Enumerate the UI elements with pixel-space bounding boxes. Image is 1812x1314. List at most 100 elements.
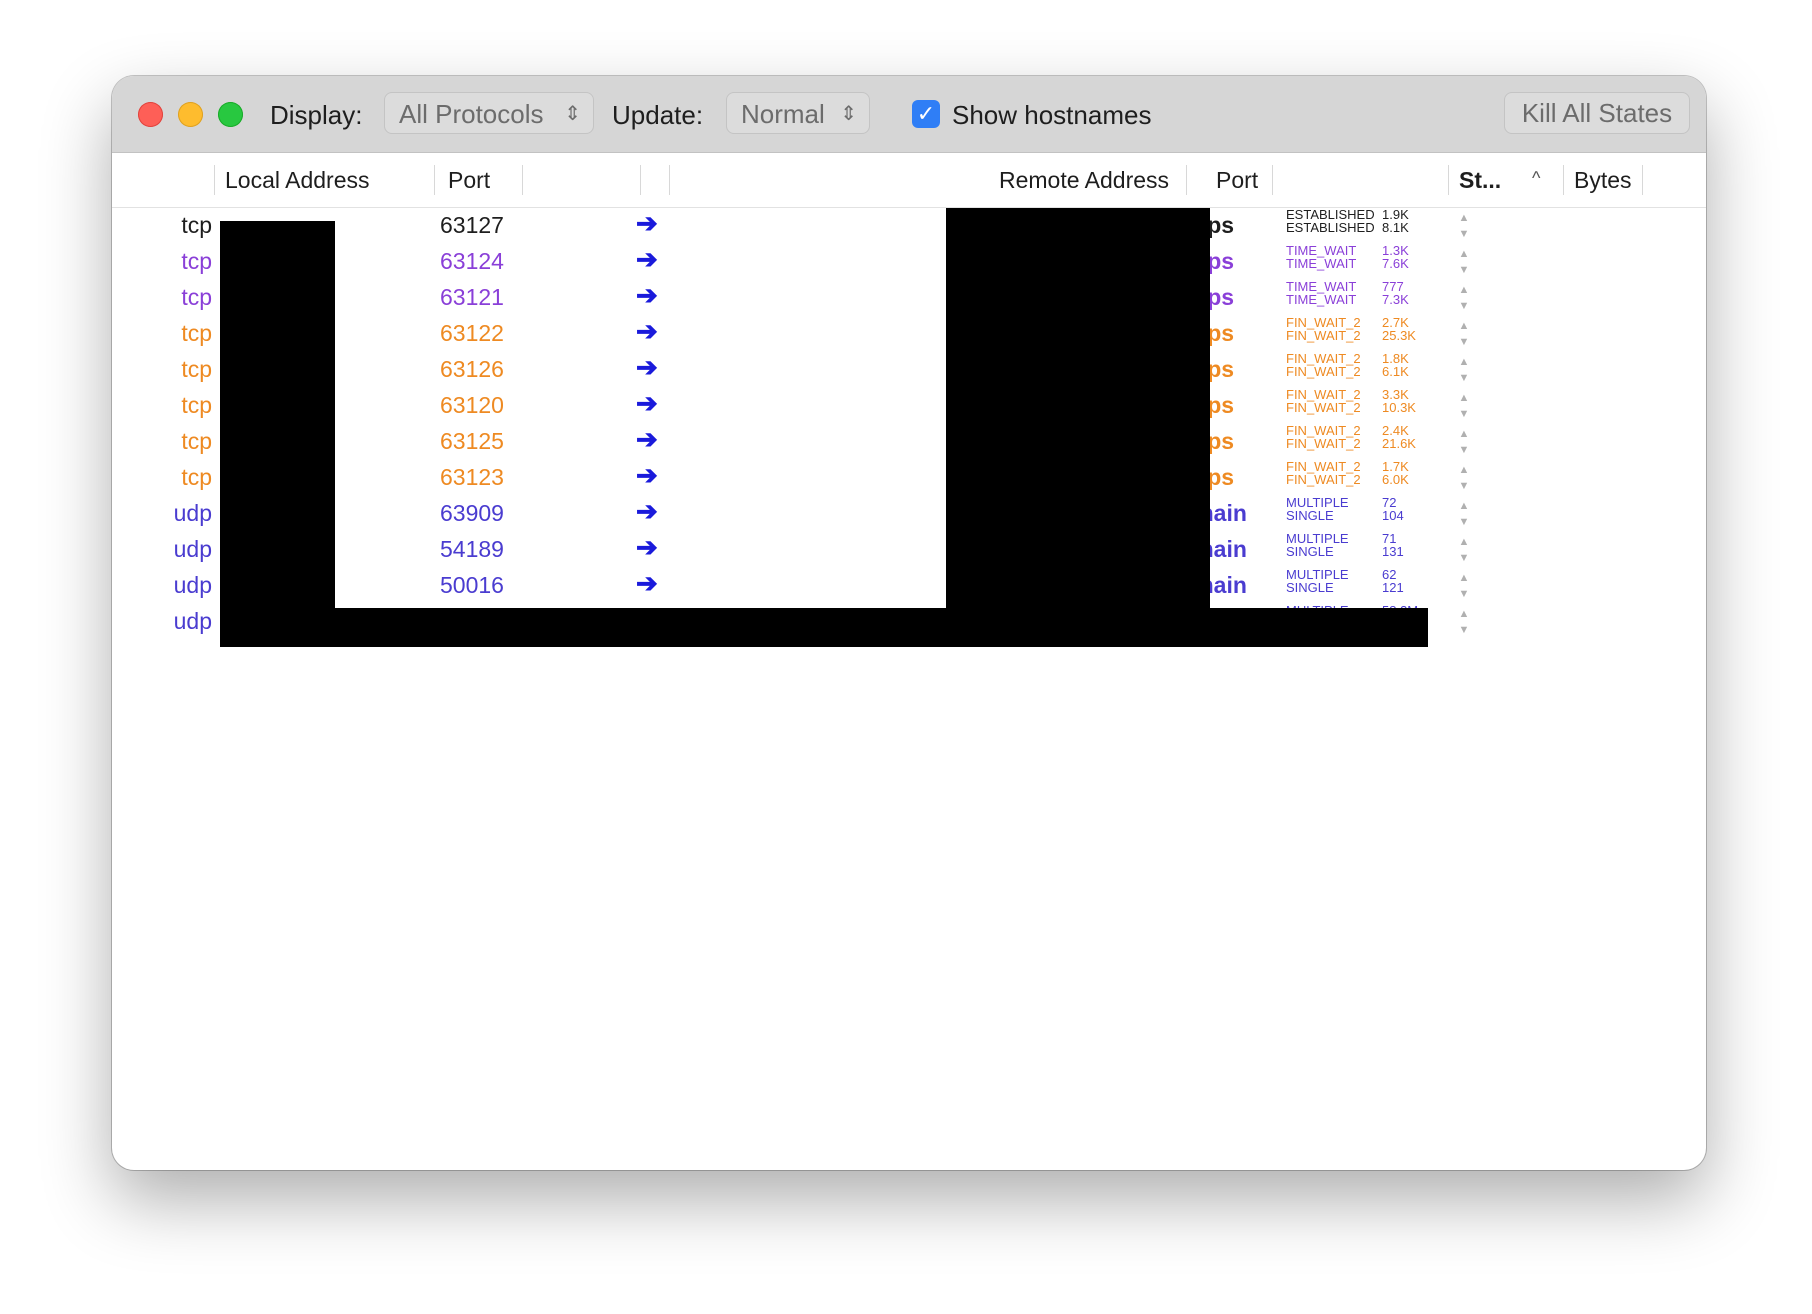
protocol-cell: udp bbox=[173, 536, 212, 562]
col-remote-port[interactable]: Port bbox=[1216, 167, 1258, 194]
triangle-down-icon[interactable]: ▼ bbox=[1456, 442, 1472, 458]
triangle-down-icon[interactable]: ▼ bbox=[1456, 370, 1472, 386]
triangle-up-icon[interactable]: ▲ bbox=[1456, 426, 1472, 442]
triangle-down-icon[interactable]: ▼ bbox=[1456, 226, 1472, 242]
bytes-line: 131 bbox=[1382, 544, 1404, 559]
zoom-window-button[interactable] bbox=[218, 102, 243, 127]
local-port-cell: 63122 bbox=[440, 320, 504, 346]
chevron-updown-icon: ⇕ bbox=[564, 103, 581, 125]
column-separator bbox=[1642, 165, 1643, 195]
triangle-down-icon[interactable]: ▼ bbox=[1456, 334, 1472, 350]
protocol-cell: udp bbox=[173, 608, 212, 634]
triangle-up-icon[interactable]: ▲ bbox=[1456, 354, 1472, 370]
triangle-up-icon[interactable]: ▲ bbox=[1456, 282, 1472, 298]
bytes-line: 104 bbox=[1382, 508, 1404, 523]
state-cell: FIN_WAIT_2 FIN_WAIT_2 bbox=[1286, 316, 1361, 342]
row-stepper[interactable]: ▲ ▼ bbox=[1456, 282, 1472, 314]
triangle-up-icon[interactable]: ▲ bbox=[1456, 318, 1472, 334]
arrow-right-icon: ➔ bbox=[636, 532, 658, 562]
col-bytes[interactable]: Bytes bbox=[1574, 167, 1632, 194]
triangle-up-icon[interactable]: ▲ bbox=[1456, 210, 1472, 226]
triangle-up-icon[interactable]: ▲ bbox=[1456, 534, 1472, 550]
row-stepper[interactable]: ▲ ▼ bbox=[1456, 210, 1472, 242]
triangle-down-icon[interactable]: ▼ bbox=[1456, 514, 1472, 530]
sort-ascending-icon: ^ bbox=[1532, 168, 1541, 188]
col-local-port[interactable]: Port bbox=[448, 167, 490, 194]
update-popup-value: Normal bbox=[741, 99, 825, 129]
triangle-down-icon[interactable]: ▼ bbox=[1456, 406, 1472, 422]
local-port-cell: 63125 bbox=[440, 428, 504, 454]
triangle-up-icon[interactable]: ▲ bbox=[1456, 246, 1472, 262]
row-stepper[interactable]: ▲ ▼ bbox=[1456, 498, 1472, 530]
protocol-cell: udp bbox=[173, 500, 212, 526]
triangle-up-icon[interactable]: ▲ bbox=[1456, 606, 1472, 622]
state-line: ESTABLISHED bbox=[1286, 220, 1375, 235]
triangle-up-icon[interactable]: ▲ bbox=[1456, 570, 1472, 586]
triangle-down-icon[interactable]: ▼ bbox=[1456, 550, 1472, 566]
triangle-down-icon[interactable]: ▼ bbox=[1456, 586, 1472, 602]
col-state[interactable]: St... bbox=[1459, 167, 1501, 194]
column-separator bbox=[1186, 165, 1187, 195]
local-port-cell: 63126 bbox=[440, 356, 504, 382]
table-row[interactable]: udp54189➔53domainMULTIPLESINGLE71131▲▼ bbox=[112, 532, 1706, 568]
triangle-down-icon[interactable]: ▼ bbox=[1456, 478, 1472, 494]
local-port-cell: 63909 bbox=[440, 500, 504, 526]
table-row[interactable]: udp50016➔53domainMULTIPLESINGLE62121▲▼ bbox=[112, 568, 1706, 604]
table-row[interactable]: tcp63124➔443httpsTIME_WAITTIME_WAIT1.3K7… bbox=[112, 244, 1706, 280]
triangle-up-icon[interactable]: ▲ bbox=[1456, 462, 1472, 478]
table-row[interactable]: tcp63123➔443httpsFIN_WAIT_2FIN_WAIT_21.7… bbox=[112, 460, 1706, 496]
state-line: TIME_WAIT bbox=[1286, 292, 1357, 307]
kill-all-states-button[interactable]: Kill All States bbox=[1504, 92, 1690, 134]
table-row[interactable]: tcp63126➔443httpsFIN_WAIT_2FIN_WAIT_21.8… bbox=[112, 352, 1706, 388]
minimize-window-button[interactable] bbox=[178, 102, 203, 127]
triangle-down-icon[interactable]: ▼ bbox=[1456, 262, 1472, 278]
arrow-right-icon: ➔ bbox=[636, 388, 658, 418]
local-port-cell: 50016 bbox=[440, 572, 504, 598]
arrow-right-icon: ➔ bbox=[636, 568, 658, 598]
local-port-cell: 63123 bbox=[440, 464, 504, 490]
local-port-cell: 63127 bbox=[440, 212, 504, 238]
protocol-cell: udp bbox=[173, 572, 212, 598]
display-popup[interactable]: All Protocols ⇕ bbox=[384, 92, 594, 134]
bytes-line: 7.3K bbox=[1382, 292, 1409, 307]
table-row[interactable]: udp63909➔53domainMULTIPLESINGLE72104▲▼ bbox=[112, 496, 1706, 532]
bytes-line: 8.1K bbox=[1382, 220, 1409, 235]
column-separator bbox=[214, 165, 215, 195]
row-stepper[interactable]: ▲ ▼ bbox=[1456, 570, 1472, 602]
triangle-up-icon[interactable]: ▲ bbox=[1456, 390, 1472, 406]
state-cell: FIN_WAIT_2 FIN_WAIT_2 bbox=[1286, 352, 1361, 378]
row-stepper[interactable]: ▲ ▼ bbox=[1456, 318, 1472, 350]
row-stepper[interactable]: ▲ ▼ bbox=[1456, 390, 1472, 422]
state-cell: TIME_WAIT TIME_WAIT bbox=[1286, 280, 1356, 306]
row-stepper[interactable]: ▲ ▼ bbox=[1456, 426, 1472, 458]
show-hostnames-label[interactable]: Show hostnames bbox=[952, 100, 1151, 131]
table-row[interactable]: tcp63125➔443httpsFIN_WAIT_2FIN_WAIT_22.4… bbox=[112, 424, 1706, 460]
state-cell: FIN_WAIT_2 FIN_WAIT_2 bbox=[1286, 388, 1361, 414]
col-local-address[interactable]: Local Address bbox=[225, 167, 369, 194]
row-stepper[interactable]: ▲ ▼ bbox=[1456, 534, 1472, 566]
state-line: FIN_WAIT_2 bbox=[1286, 436, 1361, 451]
table-row[interactable]: tcp63120➔443httpsFIN_WAIT_2FIN_WAIT_23.3… bbox=[112, 388, 1706, 424]
row-stepper[interactable]: ▲ ▼ bbox=[1456, 246, 1472, 278]
row-stepper[interactable]: ▲ ▼ bbox=[1456, 606, 1472, 638]
arrow-right-icon: ➔ bbox=[636, 496, 658, 526]
table-row[interactable]: tcp63127➔443httpsESTABLISHEDESTABLISHED1… bbox=[112, 208, 1706, 244]
protocol-cell: tcp bbox=[181, 356, 212, 382]
row-stepper[interactable]: ▲ ▼ bbox=[1456, 462, 1472, 494]
arrow-right-icon: ➔ bbox=[636, 352, 658, 382]
close-window-button[interactable] bbox=[138, 102, 163, 127]
column-separator bbox=[522, 165, 523, 195]
triangle-up-icon[interactable]: ▲ bbox=[1456, 498, 1472, 514]
table-row[interactable]: tcp63121➔443httpsTIME_WAITTIME_WAIT7777.… bbox=[112, 280, 1706, 316]
table-row[interactable]: tcp63122➔443httpsFIN_WAIT_2FIN_WAIT_22.7… bbox=[112, 316, 1706, 352]
show-hostnames-checkbox[interactable]: ✓ bbox=[912, 100, 940, 128]
protocol-cell: tcp bbox=[181, 284, 212, 310]
bytes-cell: 1.9K 8.1K bbox=[1382, 208, 1409, 234]
row-stepper[interactable]: ▲ ▼ bbox=[1456, 354, 1472, 386]
update-popup[interactable]: Normal ⇕ bbox=[726, 92, 870, 134]
triangle-down-icon[interactable]: ▼ bbox=[1456, 622, 1472, 638]
update-label: Update: bbox=[612, 100, 704, 130]
state-line: FIN_WAIT_2 bbox=[1286, 328, 1361, 343]
col-remote-address[interactable]: Remote Address bbox=[999, 167, 1169, 194]
triangle-down-icon[interactable]: ▼ bbox=[1456, 298, 1472, 314]
